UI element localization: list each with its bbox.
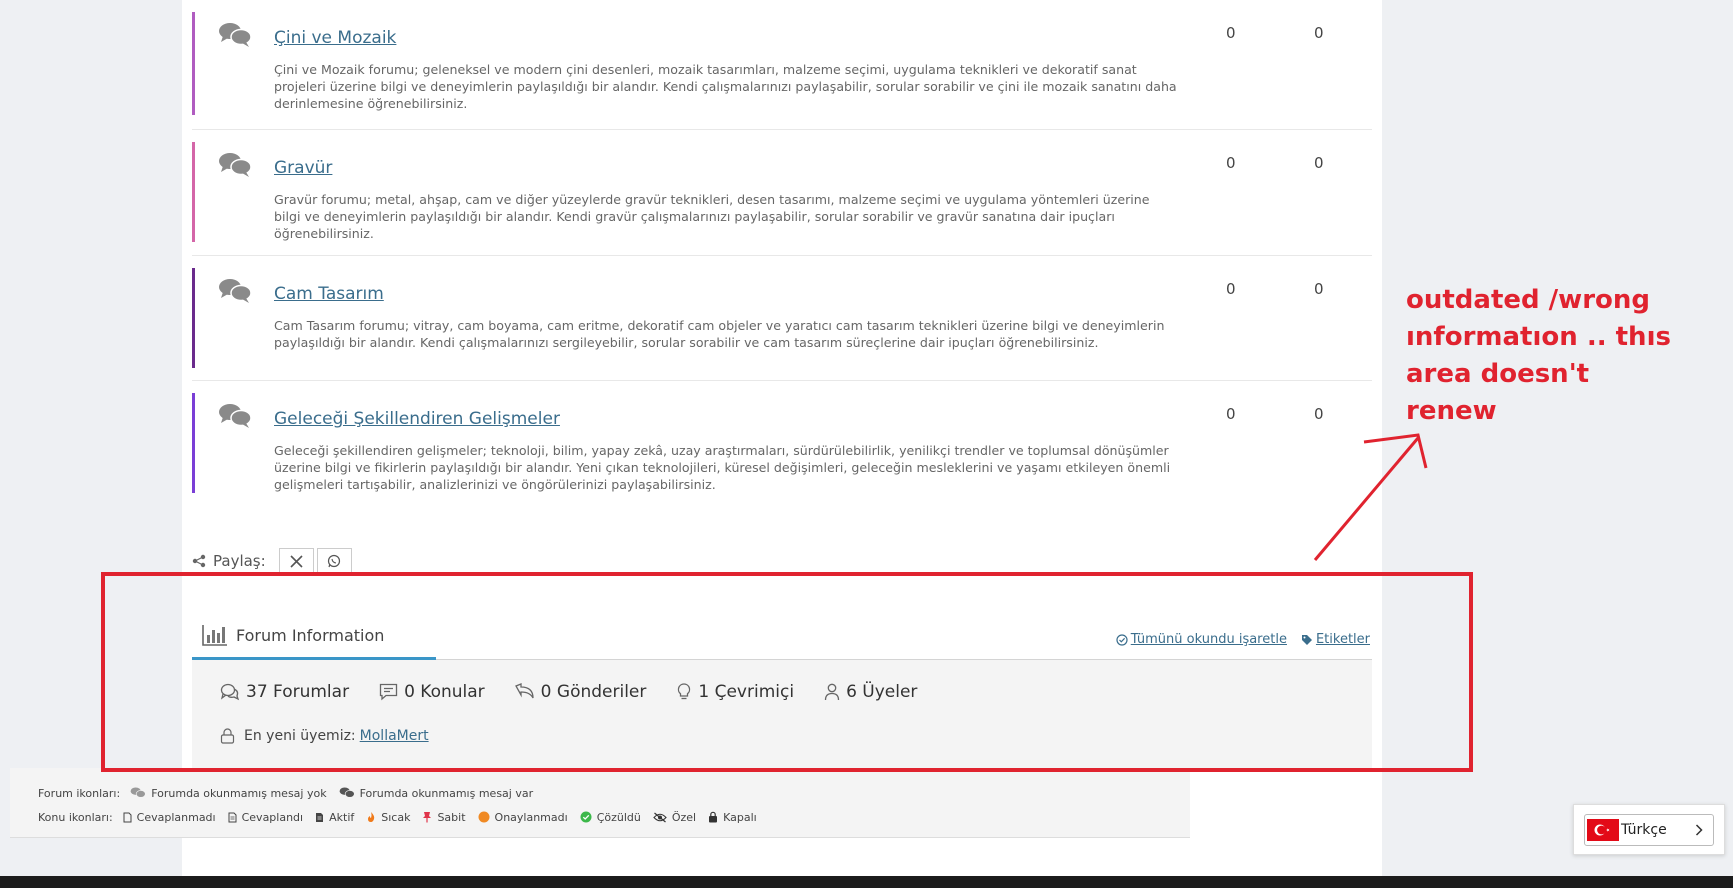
forum-row: Cam Tasarım Cam Tasarım forumu; vitray, …	[192, 256, 1372, 381]
forum-title-link[interactable]: Cam Tasarım	[274, 284, 384, 304]
legend-active-label: Aktif	[329, 810, 355, 824]
chevron-right-icon	[1695, 823, 1703, 836]
forum-color-bar	[192, 268, 195, 368]
forum-title-link[interactable]: Gravür	[274, 158, 332, 178]
share-whatsapp-button[interactable]	[316, 547, 352, 575]
forum-post-count: 0	[1314, 280, 1324, 298]
pin-icon	[423, 812, 432, 823]
language-switcher[interactable]: Türkçe	[1584, 813, 1714, 846]
forum-title-link[interactable]: Geleceği Şekillendiren Gelişmeler	[274, 409, 560, 429]
chat-bubbles-icon	[219, 279, 252, 303]
forum-description: Geleceği şekillendiren gelişmeler; tekno…	[274, 443, 1171, 492]
annotation-line: ınformatıon .. thıs	[1406, 322, 1671, 352]
file-outline-icon	[123, 812, 132, 822]
annotation-arrow	[1313, 433, 1428, 561]
forum-topic-count: 0	[1226, 280, 1236, 298]
forum-description: Çini ve Mozaik forumu; geleneksel ve mod…	[274, 62, 1177, 111]
legend-forum-read-label: Forumda okunmamış mesaj yok	[151, 786, 327, 800]
legend-answered-label: Cevaplandı	[241, 810, 304, 824]
forum-topic-count: 0	[1226, 24, 1236, 42]
turkey-flag-icon	[1587, 818, 1619, 841]
file-solid-icon	[316, 812, 324, 822]
forum-description: Cam Tasarım forumu; vitray, cam boyama, …	[274, 318, 1165, 350]
forum-color-bar	[192, 393, 195, 493]
legend-unanswered-label: Cevaplanmadı	[136, 810, 216, 824]
check-circle-filled-icon	[580, 811, 592, 823]
legend-forum-read: Forumda okunmamış mesaj yok	[130, 786, 327, 800]
legend-private-label: Özel	[671, 810, 697, 824]
orange-circle-icon	[478, 811, 490, 823]
x-logo-icon	[290, 554, 303, 568]
share-bar: Paylaş:	[192, 547, 355, 575]
legend-unapproved-label: Onaylanmadı	[494, 810, 568, 824]
legend-unapproved: Onaylanmadı	[478, 811, 568, 824]
annotation-line: area doesn't	[1406, 359, 1590, 389]
language-switcher-panel: Türkçe	[1573, 804, 1725, 855]
legend-sticky-label: Sabit	[437, 810, 466, 824]
annotation-highlight-box	[101, 572, 1473, 772]
legend-private: Özel	[653, 811, 696, 824]
share-x-button[interactable]	[278, 547, 314, 575]
legend-hot: Sıcak	[366, 811, 410, 824]
whatsapp-icon	[328, 554, 341, 568]
chat-bubbles-read-icon	[130, 787, 146, 798]
eye-slash-icon	[653, 812, 667, 822]
forum-post-count: 0	[1314, 24, 1324, 42]
legend-closed-label: Kapalı	[723, 810, 757, 824]
forum-list: Çini ve Mozaik Çini ve Mozaik forumu; ge…	[192, 0, 1372, 501]
legend-solved-label: Çözüldü	[596, 810, 641, 824]
legend-hot-label: Sıcak	[381, 810, 411, 824]
topic-icons-legend: Konu ikonları: Cevaplanmadı Cevaplandı A…	[38, 805, 1190, 829]
chat-bubbles-icon	[219, 153, 252, 177]
legend-closed: Kapalı	[708, 811, 757, 824]
share-icon	[192, 554, 206, 568]
language-label: Türkçe	[1621, 821, 1667, 838]
chat-bubbles-icon	[219, 404, 252, 428]
legend-active: Aktif	[315, 811, 354, 824]
os-taskbar	[0, 876, 1733, 888]
icon-legend: Forum ikonları: Forumda okunmamış mesaj …	[10, 768, 1190, 838]
forum-icons-label: Forum ikonları:	[38, 786, 121, 800]
file-lines-icon	[228, 812, 237, 822]
forum-row: Çini ve Mozaik Çini ve Mozaik forumu; ge…	[192, 0, 1372, 130]
annotation-line: outdated /wrong	[1406, 285, 1651, 315]
forum-title-link[interactable]: Çini ve Mozaik	[274, 28, 396, 48]
topic-icons-label: Konu ikonları:	[38, 810, 113, 824]
lock-icon	[709, 811, 718, 823]
forum-topic-count: 0	[1226, 405, 1236, 423]
forum-description: Gravür forumu; metal, ahşap, cam ve diğe…	[274, 192, 1150, 241]
legend-answered: Cevaplandı	[228, 810, 304, 824]
share-label: Paylaş:	[213, 552, 266, 570]
forum-color-bar	[192, 142, 195, 242]
forum-color-bar	[192, 12, 195, 115]
chat-bubbles-icon	[219, 23, 252, 47]
legend-forum-unread: Forumda okunmamış mesaj var	[339, 786, 534, 800]
legend-forum-unread-label: Forumda okunmamış mesaj var	[359, 786, 534, 800]
annotation-text: outdated /wrong ınformatıon .. thıs area…	[1406, 282, 1706, 430]
fire-icon	[368, 812, 375, 822]
chat-bubbles-unread-icon	[339, 787, 355, 798]
forum-row: Gravür Gravür forumu; metal, ahşap, cam …	[192, 130, 1372, 256]
forum-post-count: 0	[1314, 154, 1324, 172]
forum-icons-legend: Forum ikonları: Forumda okunmamış mesaj …	[38, 781, 1190, 805]
legend-solved: Çözüldü	[580, 811, 641, 824]
legend-sticky: Sabit	[422, 810, 466, 824]
forum-topic-count: 0	[1226, 154, 1236, 172]
legend-unanswered: Cevaplanmadı	[123, 811, 216, 824]
annotation-line: renew	[1406, 396, 1497, 426]
forum-row: Geleceği Şekillendiren Gelişmeler Gelece…	[192, 381, 1372, 501]
